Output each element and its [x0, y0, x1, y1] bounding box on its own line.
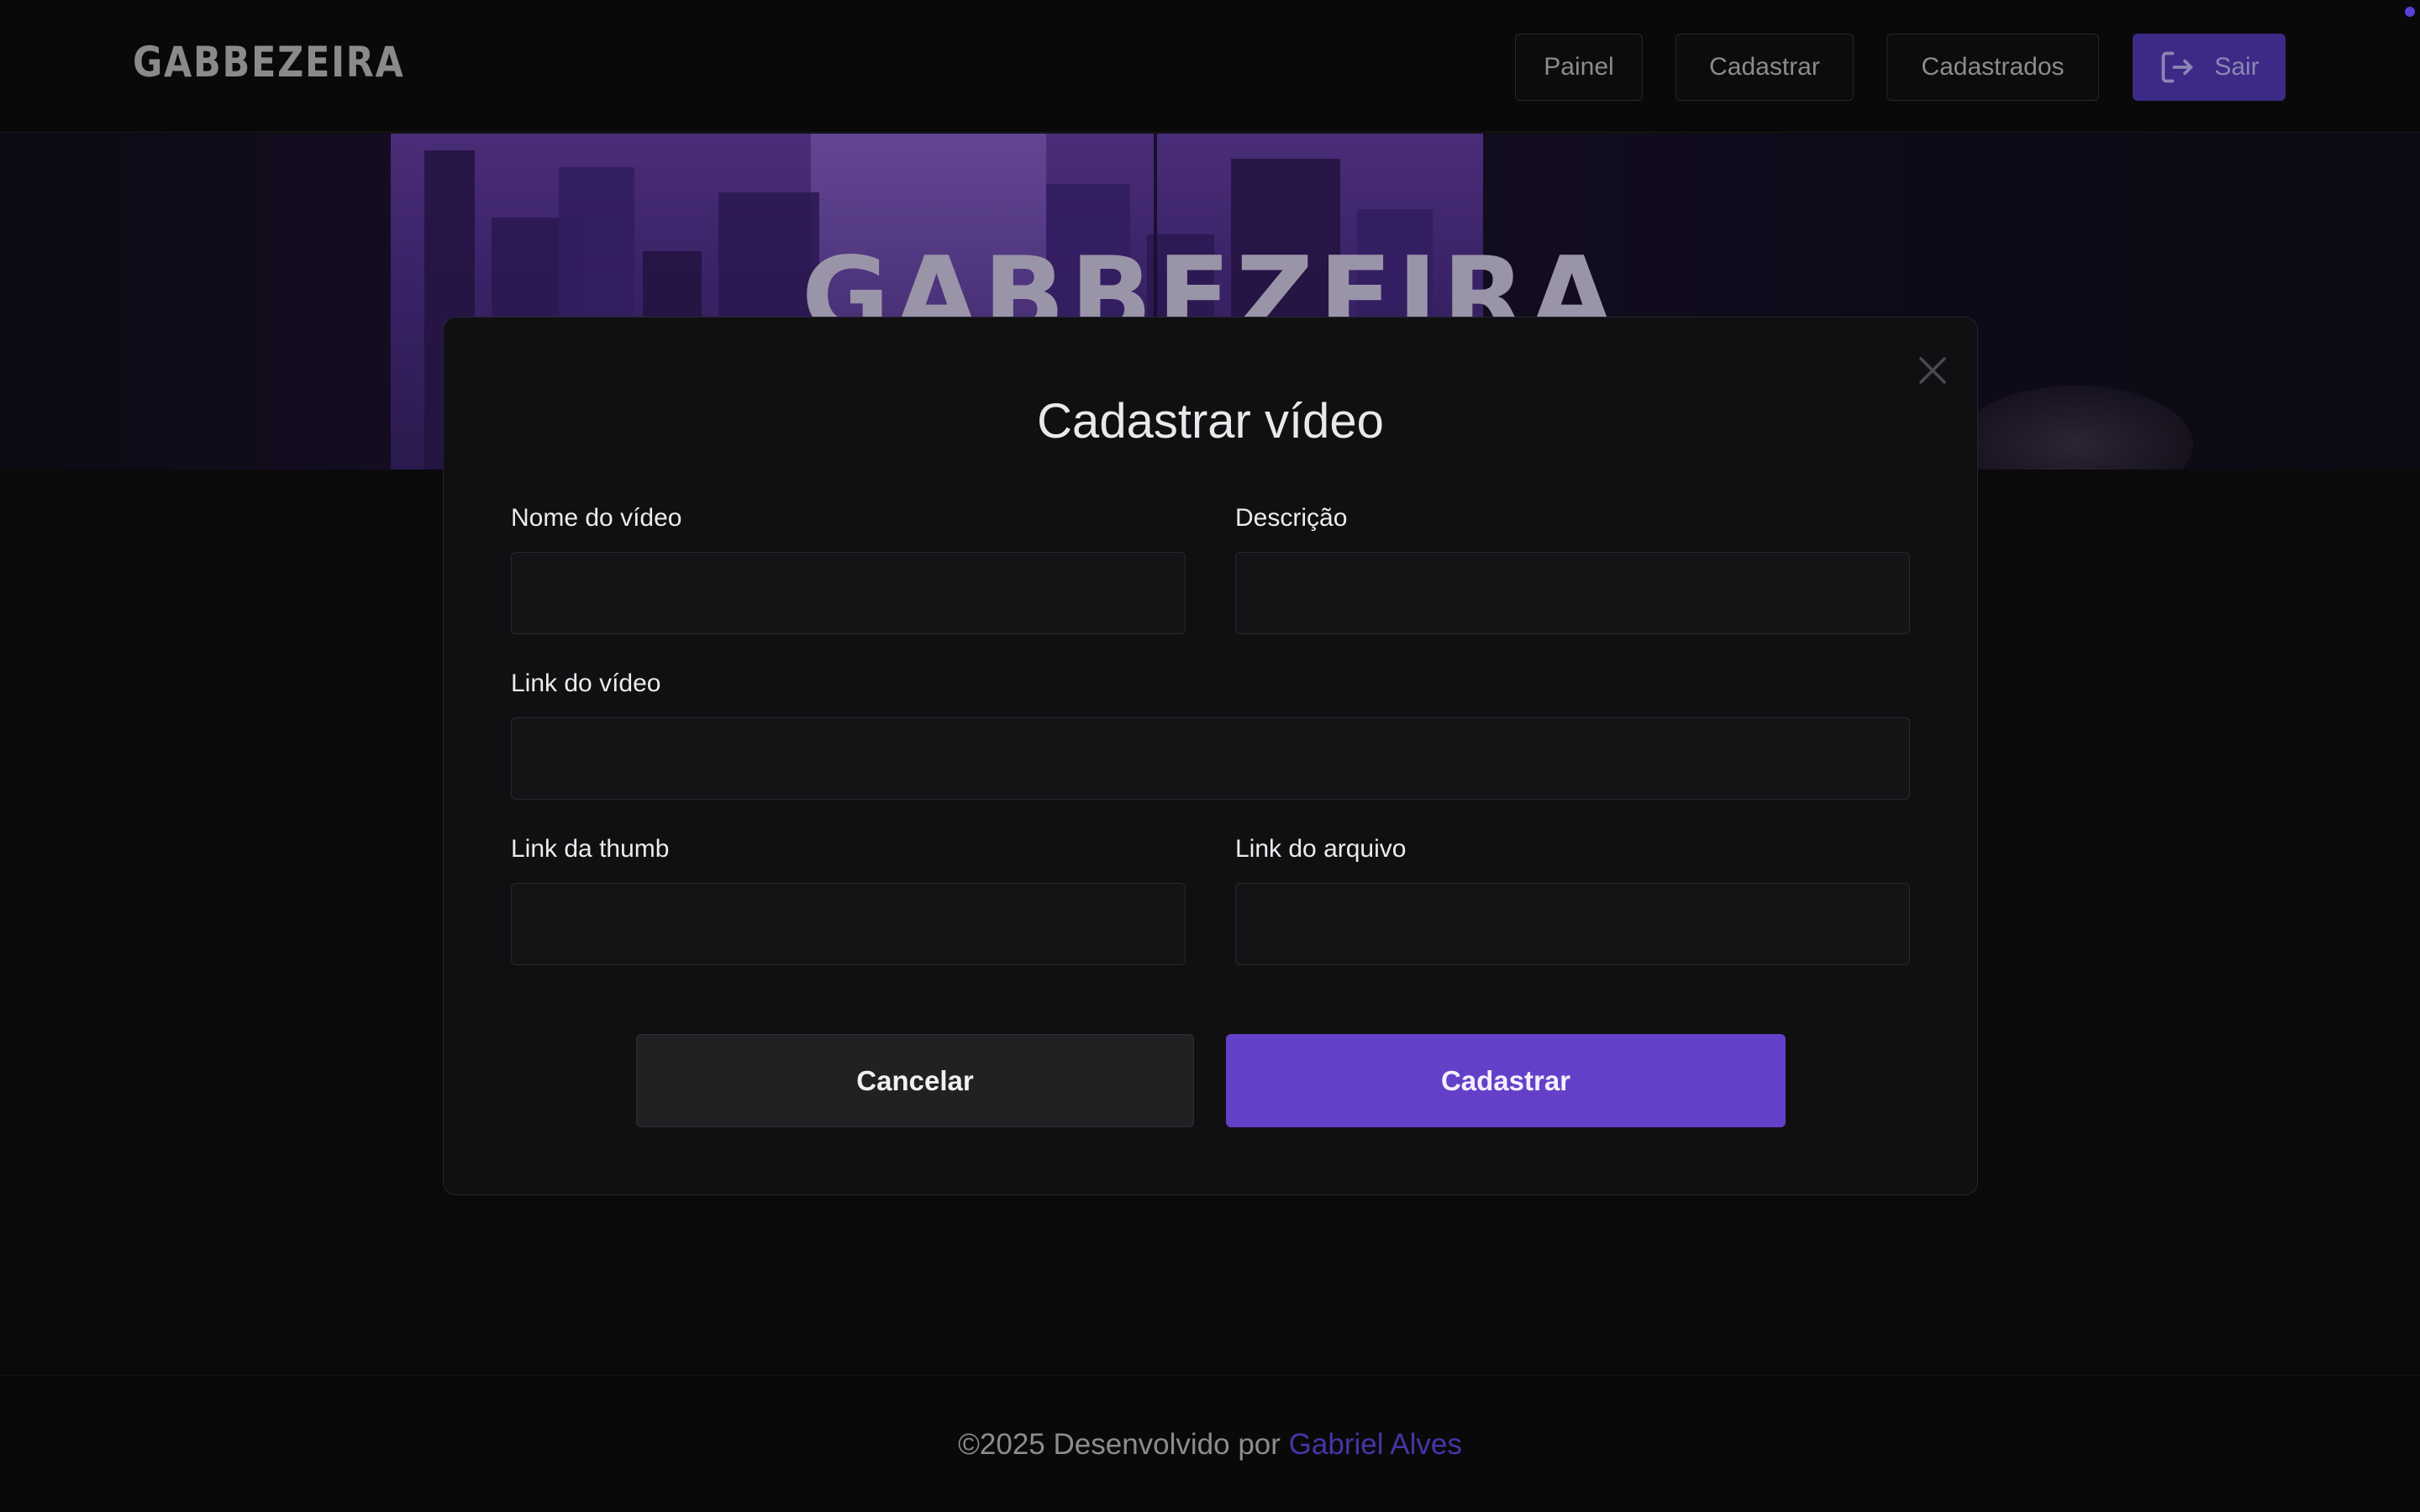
close-icon[interactable]	[1915, 353, 1950, 388]
link-thumb-label: Link da thumb	[511, 835, 670, 863]
modal-title: Cadastrar vídeo	[1037, 394, 1384, 449]
link-arquivo-label: Link do arquivo	[1235, 835, 1407, 863]
status-dot	[2405, 7, 2415, 17]
footer: ©2025 Desenvolvido por Gabriel Alves	[0, 1375, 2420, 1512]
nav-painel-button[interactable]: Painel	[1515, 34, 1643, 101]
top-navbar: GABBEZEIRA Painel Cadastrar Cadastrados …	[0, 0, 2420, 133]
logout-icon	[2161, 51, 2193, 83]
cancel-button[interactable]: Cancelar	[636, 1034, 1194, 1127]
logout-button[interactable]: Sair	[2133, 34, 2286, 101]
link-video-input[interactable]	[511, 717, 1910, 800]
descricao-input[interactable]	[1235, 552, 1910, 634]
link-thumb-input[interactable]	[511, 883, 1186, 965]
nav-cadastrar-button[interactable]: Cadastrar	[1676, 34, 1854, 101]
submit-button[interactable]: Cadastrar	[1226, 1034, 1786, 1127]
footer-author-link[interactable]: Gabriel Alves	[1289, 1428, 1462, 1461]
logout-label: Sair	[2214, 53, 2260, 81]
descricao-label: Descrição	[1235, 504, 1348, 532]
nav-cadastrados-button[interactable]: Cadastrados	[1886, 34, 2099, 101]
link-video-label: Link do vídeo	[511, 669, 661, 697]
link-arquivo-input[interactable]	[1235, 883, 1910, 965]
nome-label: Nome do vídeo	[511, 504, 682, 532]
register-video-modal: Cadastrar vídeo Nome do vídeo Descrição …	[443, 317, 1978, 1195]
footer-text: ©2025 Desenvolvido por Gabriel Alves	[0, 1428, 2420, 1462]
nome-input[interactable]	[511, 552, 1186, 634]
site-logo[interactable]: GABBEZEIRA	[133, 39, 405, 86]
footer-copyright: ©2025 Desenvolvido por	[958, 1428, 1281, 1461]
